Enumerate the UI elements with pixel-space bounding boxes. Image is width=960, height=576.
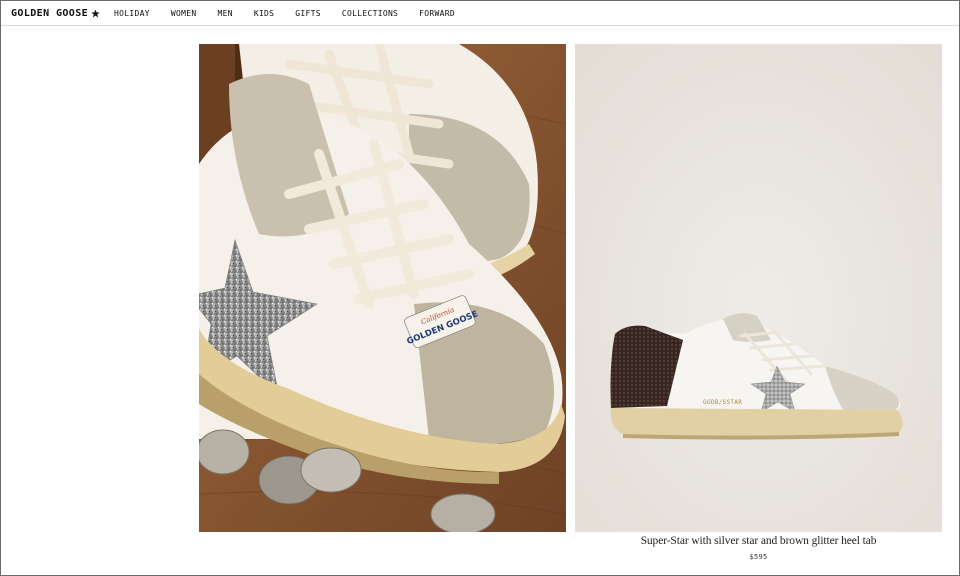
nav-item-men[interactable]: MEN <box>217 9 232 18</box>
lifestyle-photo: California GOLDEN GOOSE <box>199 44 566 532</box>
star-icon <box>91 8 100 17</box>
product-title[interactable]: Super-Star with silver star and brown gl… <box>575 535 942 547</box>
top-navigation-bar: GOLDEN GOOSE HOLIDAY WOMEN MEN KIDS GIFT… <box>1 1 959 26</box>
nav-item-holiday[interactable]: HOLIDAY <box>114 9 150 18</box>
nav-item-forward[interactable]: FORWARD <box>419 9 455 18</box>
brand-name: GOLDEN GOOSE <box>11 7 89 19</box>
nav-item-collections[interactable]: COLLECTIONS <box>342 9 398 18</box>
nav-item-kids[interactable]: KIDS <box>254 9 274 18</box>
product-price: $595 <box>749 553 768 561</box>
nav-item-women[interactable]: WOMEN <box>171 9 197 18</box>
product-photo: GGDB/SSTAR <box>575 44 942 532</box>
product-image[interactable]: GGDB/SSTAR <box>575 44 942 532</box>
side-brand-print: GGDB/SSTAR <box>703 399 742 406</box>
page-frame: GOLDEN GOOSE HOLIDAY WOMEN MEN KIDS GIFT… <box>0 0 960 576</box>
main-nav: HOLIDAY WOMEN MEN KIDS GIFTS COLLECTIONS… <box>114 9 476 18</box>
lifestyle-image[interactable]: California GOLDEN GOOSE <box>199 44 566 532</box>
nav-item-gifts[interactable]: GIFTS <box>295 9 321 18</box>
brand-logo[interactable]: GOLDEN GOOSE <box>11 8 100 19</box>
